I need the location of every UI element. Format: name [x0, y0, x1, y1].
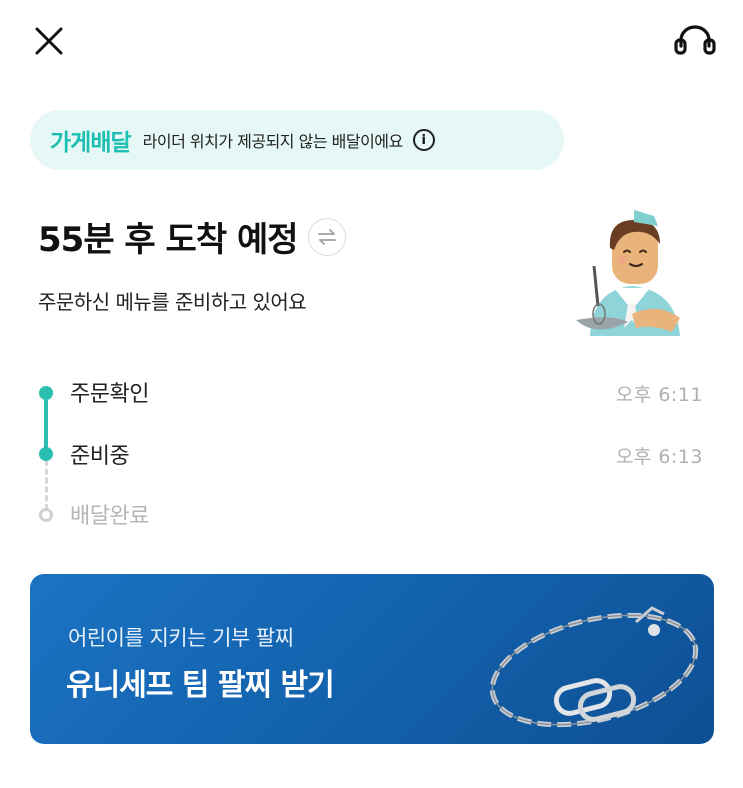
timeline-step-time: 오후 6:11	[615, 384, 703, 406]
bracelet-image	[489, 606, 699, 728]
timeline-dot-delivered	[39, 508, 53, 522]
customer-support-button[interactable]	[671, 20, 719, 64]
top-bar	[0, 0, 743, 84]
timeline-step-label: 배달완료	[70, 504, 149, 529]
timeline-step-time: 오후 6:13	[615, 446, 703, 468]
timeline-step-label: 주문확인	[70, 382, 149, 407]
delivery-type-message: 라이더 위치가 제공되지 않는 배달이에요	[142, 132, 404, 151]
timeline-dot-confirmed	[39, 386, 53, 400]
swap-time-button[interactable]	[307, 217, 346, 256]
info-icon[interactable]: i	[412, 129, 435, 151]
delivery-type-tag: 가게배달	[50, 130, 132, 156]
banner-title: 유니세프 팀 팔찌 받기	[66, 668, 335, 703]
eta-title: 55분 후 도착 예정	[38, 220, 299, 260]
swap-icon	[317, 228, 336, 245]
banner-subtitle: 어린이를 지키는 기부 팔찌	[68, 626, 294, 650]
headset-icon	[674, 25, 716, 55]
close-button[interactable]	[30, 22, 68, 60]
timeline-progress-line	[44, 392, 48, 454]
eta-row: 55분 후 도착 예정	[38, 212, 346, 261]
timeline-pending-line	[45, 460, 48, 510]
chef-illustration	[576, 210, 680, 336]
timeline-step-label: 준비중	[70, 444, 130, 469]
timeline-dot-preparing	[39, 447, 53, 461]
promo-banner[interactable]: 어린이를 지키는 기부 팔찌 유니세프 팀 팔찌 받기	[30, 574, 714, 744]
eta-subtitle: 주문하신 메뉴를 준비하고 있어요	[38, 290, 307, 314]
close-icon	[35, 27, 63, 55]
delivery-type-banner: 가게배달 라이더 위치가 제공되지 않는 배달이에요 i	[30, 110, 564, 170]
order-status-timeline: 주문확인 오후 6:11 준비중 오후 6:13 배달완료	[0, 360, 743, 540]
